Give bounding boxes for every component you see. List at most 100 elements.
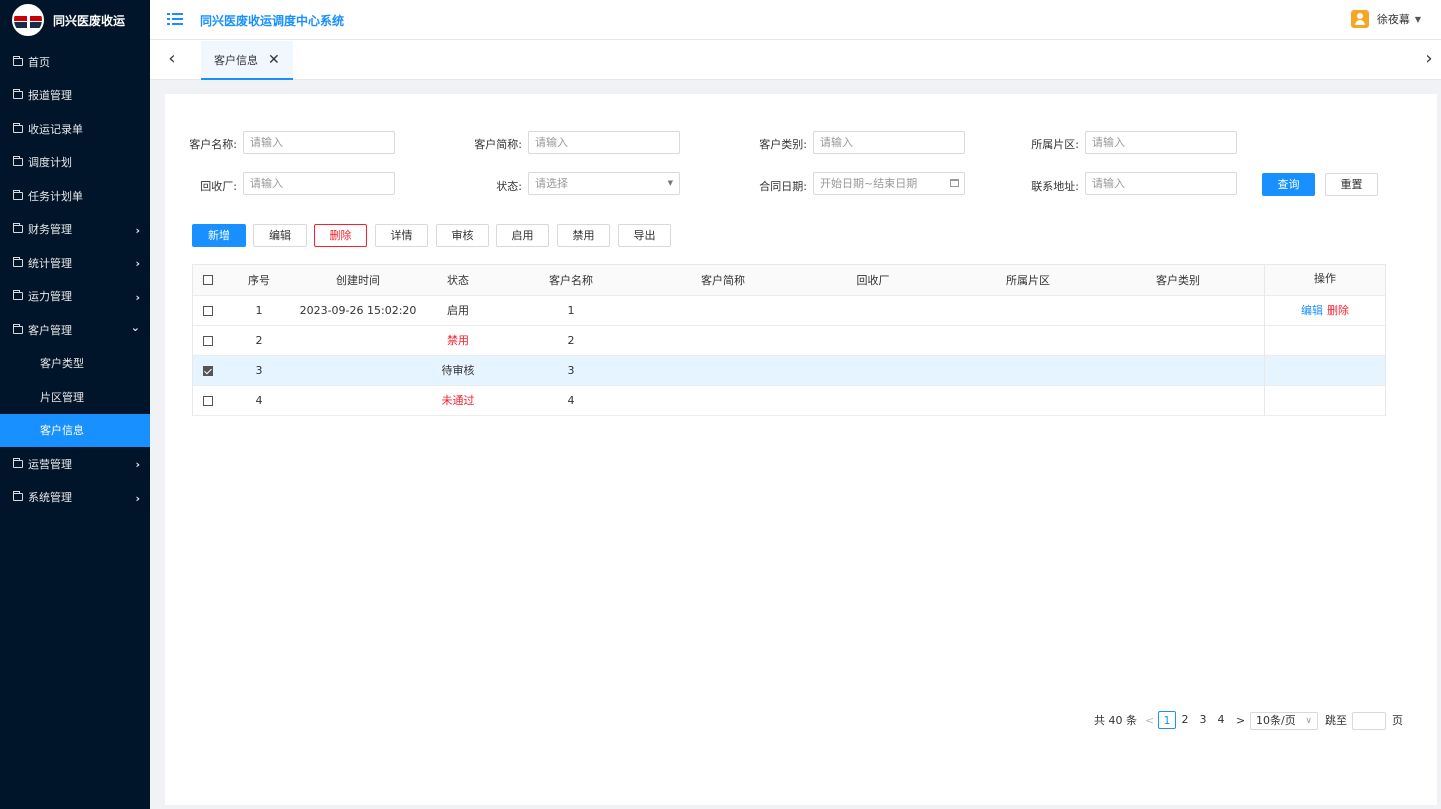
cell-status: 禁用 xyxy=(447,334,469,347)
cell-customer-name: 2 xyxy=(567,334,575,347)
brand: 同兴医废收运 xyxy=(0,0,150,40)
cell-customer-name: 4 xyxy=(567,394,575,407)
edit-button[interactable]: 编辑 xyxy=(253,224,307,247)
sidebar-item-dispatch-plan[interactable]: 调度计划 xyxy=(0,146,150,180)
sidebar-item-district-mgmt[interactable]: 片区管理 xyxy=(0,380,150,414)
add-button[interactable]: 新增 xyxy=(192,224,246,247)
tabs-scroll-right-icon[interactable]: › xyxy=(1421,50,1437,70)
sidebar-item-customer-type[interactable]: 客户类型 xyxy=(0,347,150,381)
customer-type-input[interactable] xyxy=(813,131,965,154)
sidebar-item-statistics[interactable]: 统计管理 › xyxy=(0,246,150,280)
customer-name-input[interactable] xyxy=(243,131,395,154)
sidebar-item-label: 片区管理 xyxy=(40,390,84,404)
cell-customer-name: 1 xyxy=(567,304,575,317)
row-checkbox[interactable] xyxy=(203,306,213,316)
sidebar-item-label: 运营管理 xyxy=(28,457,72,471)
sidebar-item-label: 报道管理 xyxy=(28,89,72,103)
tabs-scroll-left-icon[interactable]: ‹ xyxy=(164,50,180,70)
enable-button[interactable]: 启用 xyxy=(496,224,549,247)
actions-column: 操作 编辑 删除 xyxy=(1264,265,1385,415)
query-button[interactable]: 查询 xyxy=(1262,173,1315,196)
row-checkbox[interactable] xyxy=(203,396,213,406)
pagination-page-3[interactable]: 3 xyxy=(1194,711,1212,729)
date-range-placeholder: 开始日期~结束日期 xyxy=(820,177,918,190)
folder-icon xyxy=(13,491,23,502)
row-checkbox[interactable] xyxy=(203,366,213,376)
system-title: 同兴医废收运调度中心系统 xyxy=(200,14,345,28)
col-actions: 操作 xyxy=(1265,265,1385,296)
pagination-next-icon[interactable]: > xyxy=(1236,711,1245,731)
address-input[interactable] xyxy=(1085,172,1237,195)
table-row[interactable]: 1 2023-09-26 15:02:20 启用 1 xyxy=(193,296,1385,326)
row-delete-link[interactable]: 删除 xyxy=(1327,304,1349,317)
row-edit-link[interactable]: 编辑 xyxy=(1301,304,1323,317)
delete-button[interactable]: 删除 xyxy=(314,224,367,247)
sidebar-item-capacity[interactable]: 运力管理 › xyxy=(0,280,150,314)
user-menu[interactable]: 徐夜幕 ▼ xyxy=(1350,10,1421,28)
pagination-page-2[interactable]: 2 xyxy=(1176,711,1194,729)
status-select[interactable]: 请选择 ▼ xyxy=(528,172,680,195)
contract-date-label: 合同日期: xyxy=(759,180,807,193)
folder-icon xyxy=(13,122,23,133)
folder-icon xyxy=(13,156,23,167)
table-row[interactable]: 4 未通过 4 xyxy=(193,386,1385,416)
cell-created-at: 2023-09-26 15:02:20 xyxy=(299,304,417,317)
pagination-prev-icon[interactable]: < xyxy=(1145,711,1154,731)
sidebar-item-system[interactable]: 系统管理 › xyxy=(0,481,150,515)
row-actions xyxy=(1265,356,1385,386)
sidebar-item-label: 首页 xyxy=(28,55,50,69)
sidebar-item-customer-mgmt[interactable]: 客户管理 ⌄ xyxy=(0,313,150,347)
folder-icon xyxy=(13,189,23,200)
tab-label: 客户信息 xyxy=(214,53,258,67)
customer-short-input[interactable] xyxy=(528,131,680,154)
sidebar-item-label: 运力管理 xyxy=(28,290,72,304)
sidebar-item-customer-info[interactable]: 客户信息 xyxy=(0,413,150,447)
folder-icon xyxy=(13,55,23,66)
cell-status: 启用 xyxy=(447,304,469,317)
menu-toggle-icon[interactable] xyxy=(167,12,183,26)
detail-button[interactable]: 详情 xyxy=(375,224,428,247)
top-header: 同兴医废收运调度中心系统 徐夜幕 ▼ xyxy=(150,0,1441,40)
recycler-input[interactable] xyxy=(243,172,395,195)
cell-status: 待审核 xyxy=(441,364,475,377)
contract-date-range-picker[interactable]: 开始日期~结束日期 xyxy=(813,172,965,195)
tab-customer-info[interactable]: 客户信息 ✕ xyxy=(201,41,293,80)
export-button[interactable]: 导出 xyxy=(618,224,671,247)
folder-icon xyxy=(13,290,23,301)
district-input[interactable] xyxy=(1085,131,1237,154)
close-icon[interactable]: ✕ xyxy=(268,52,280,68)
jump-page-input[interactable] xyxy=(1352,712,1386,730)
sidebar-item-operations[interactable]: 运营管理 › xyxy=(0,447,150,481)
reset-button[interactable]: 重置 xyxy=(1325,173,1378,196)
disable-button[interactable]: 禁用 xyxy=(557,224,610,247)
pagination-page-1[interactable]: 1 xyxy=(1158,711,1176,729)
select-all-checkbox[interactable] xyxy=(203,275,213,285)
pagination-page-4[interactable]: 4 xyxy=(1212,711,1230,729)
status-select-placeholder: 请选择 xyxy=(535,177,568,190)
cell-index: 1 xyxy=(255,304,263,317)
row-checkbox[interactable] xyxy=(203,336,213,346)
folder-icon xyxy=(13,323,23,334)
cell-customer-name: 3 xyxy=(567,364,575,377)
audit-button[interactable]: 审核 xyxy=(436,224,489,247)
col-customer-short: 客户简称 xyxy=(701,274,745,287)
sidebar-item-collection-records[interactable]: 收运记录单 xyxy=(0,112,150,146)
cell-index: 4 xyxy=(255,394,263,407)
table-header-row: 序号 创建时间 状态 客户名称 客户简称 回收厂 所属片区 客户类别 xyxy=(193,265,1385,296)
cell-status: 未通过 xyxy=(441,394,475,407)
table-row[interactable]: 3 待审核 3 xyxy=(193,356,1385,386)
user-name: 徐夜幕 xyxy=(1376,13,1410,26)
sidebar-item-label: 客户类型 xyxy=(40,357,84,371)
sidebar-item-finance[interactable]: 财务管理 › xyxy=(0,213,150,247)
sidebar-item-report[interactable]: 报道管理 xyxy=(0,79,150,113)
page-size-select[interactable]: 10条/页 ∨ xyxy=(1250,712,1318,730)
chevron-right-icon: › xyxy=(135,223,140,237)
sidebar-item-home[interactable]: 首页 xyxy=(0,45,150,79)
cell-created-at xyxy=(293,326,423,356)
table-row[interactable]: 2 禁用 2 xyxy=(193,326,1385,356)
cell-index: 3 xyxy=(255,364,263,377)
chevron-down-icon: ⌄ xyxy=(130,321,140,334)
col-created-at: 创建时间 xyxy=(336,274,380,287)
sidebar-item-task-plan[interactable]: 任务计划单 xyxy=(0,179,150,213)
status-label: 状态: xyxy=(496,180,522,193)
